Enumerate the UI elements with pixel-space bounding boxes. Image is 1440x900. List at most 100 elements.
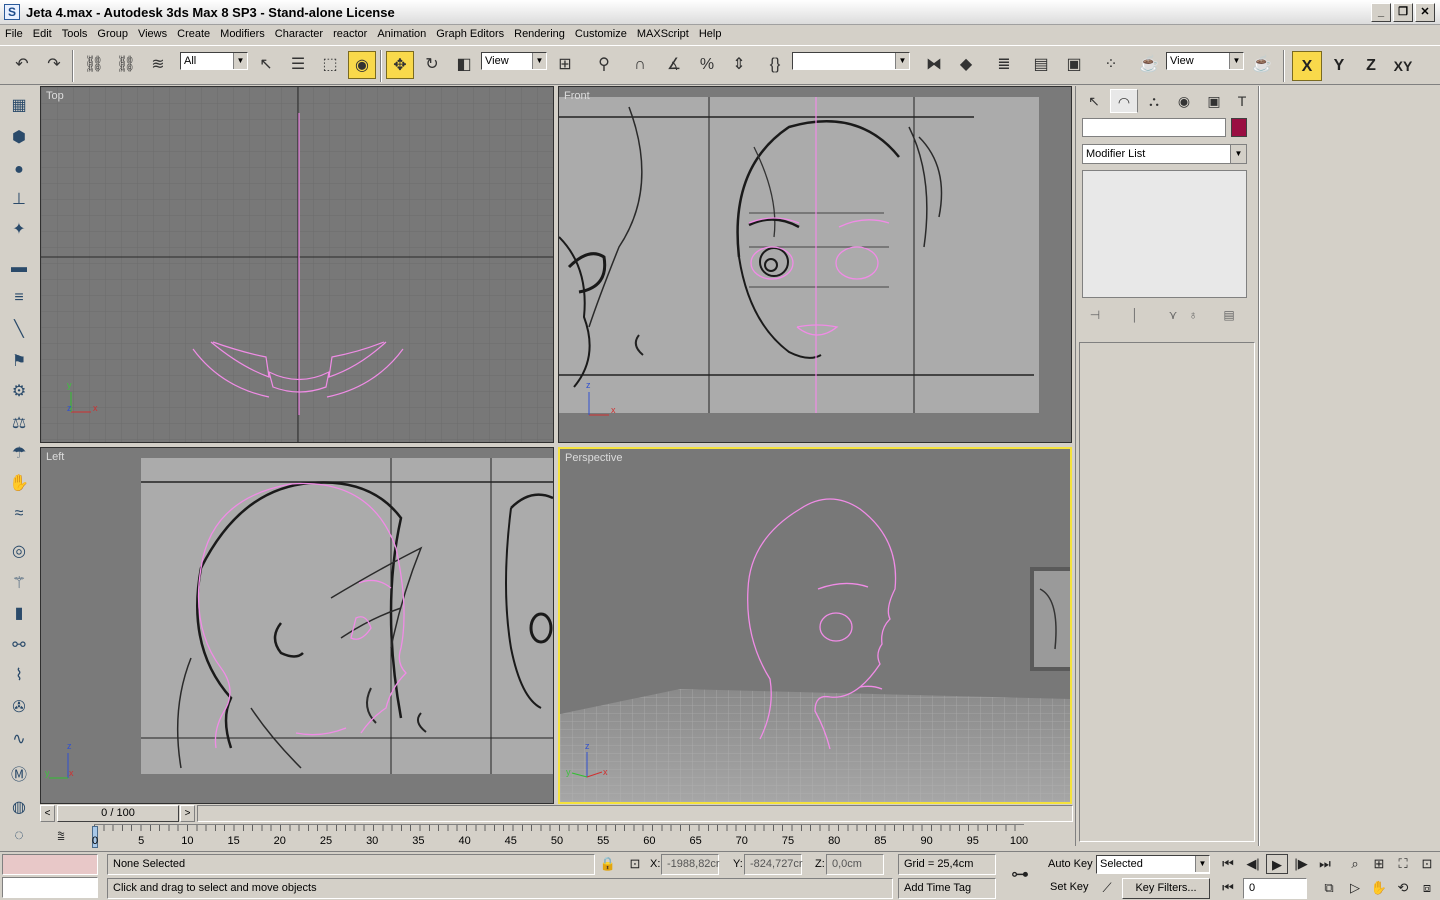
utilities-icon[interactable]: ◍ — [5, 794, 33, 822]
reactor-icon[interactable]: ◎ — [5, 538, 33, 566]
reference-coordinate-dropdown[interactable]: View ▼ — [481, 52, 547, 70]
make-unique-icon[interactable]: ⋎ — [1164, 306, 1182, 324]
select-object-icon[interactable]: ↖ — [252, 51, 280, 79]
lock-selection-icon[interactable]: 🔒 — [597, 854, 619, 874]
field-of-view-icon[interactable]: ▷ — [1344, 878, 1366, 898]
remove-modifier-icon[interactable]: ♁ — [1184, 306, 1202, 324]
link-icon[interactable]: ⚯ — [5, 632, 33, 660]
menu-edit[interactable]: Edit — [28, 25, 57, 40]
key-mode-dropdown[interactable]: Selected ▼ — [1096, 855, 1210, 874]
window-crossing-icon[interactable]: ◉ — [348, 51, 376, 79]
menu-help[interactable]: Help — [694, 25, 727, 40]
rope-icon[interactable]: ∿ — [5, 726, 33, 754]
key-mode-toggle-icon[interactable]: ⏮ — [1217, 878, 1239, 898]
maxscript-mini-listener-pink[interactable] — [2, 854, 98, 875]
rectangular-selection-icon[interactable]: ⬚ — [316, 51, 344, 79]
particles-icon[interactable]: ✦ — [5, 216, 33, 244]
selection-filter-dropdown[interactable]: All ▼ — [180, 52, 248, 70]
lights-icon[interactable]: ╲ — [5, 316, 33, 344]
biped-icon[interactable]: ⚚ — [5, 570, 33, 598]
helpers-icon[interactable]: ⚙ — [5, 378, 33, 406]
menu-views[interactable]: Views — [133, 25, 172, 40]
z-coordinate-field[interactable]: 0,0cm — [826, 854, 884, 875]
snaps-toggle-icon[interactable]: ∩ — [626, 51, 654, 79]
zoom-extents-icon[interactable]: ⛶ — [1392, 854, 1414, 874]
render-scene-icon[interactable]: ☕ — [1135, 51, 1163, 79]
x-coordinate-field[interactable]: -1988,82cr — [661, 854, 720, 875]
close-button[interactable]: ✕ — [1415, 3, 1435, 22]
time-slider-track[interactable] — [197, 805, 1073, 822]
edit-named-selections-icon[interactable]: {} — [761, 51, 789, 79]
select-and-rotate-icon[interactable]: ↻ — [418, 51, 446, 79]
select-and-move-icon[interactable]: ✥ — [386, 51, 414, 79]
maximize-viewport-icon[interactable]: ⧈ — [1416, 878, 1438, 898]
select-by-name-icon[interactable]: ☰ — [284, 51, 312, 79]
menu-create[interactable]: Create — [172, 25, 215, 40]
time-slider-next-button[interactable]: > — [180, 805, 195, 822]
add-time-tag-button[interactable]: Add Time Tag — [898, 878, 996, 899]
waves-icon[interactable]: ≈ — [5, 500, 33, 528]
viewport-front[interactable]: Front x z — [558, 86, 1072, 443]
go-to-end-icon[interactable]: ⏭ — [1314, 854, 1336, 874]
material-editor-icon[interactable]: ⁘ — [1097, 51, 1125, 79]
viewport-label-left[interactable]: Left — [46, 451, 64, 463]
display-tab-icon[interactable]: ▣ — [1200, 89, 1228, 113]
time-slider-thumb[interactable]: 0 / 100 — [57, 805, 179, 822]
viewport-label-top[interactable]: Top — [46, 90, 64, 102]
time-slider-prev-button[interactable]: < — [40, 805, 55, 822]
minimize-button[interactable]: _ — [1371, 3, 1391, 22]
track-bar[interactable]: ⩰ 0 5 10 15 20 25 30 35 40 45 50 55 60 65 70 75 80 85 90 95… — [40, 824, 1073, 850]
menu-customize[interactable]: Customize — [570, 25, 632, 40]
zoom-extents-all-icon[interactable]: ⊡ — [1416, 854, 1438, 874]
select-and-scale-icon[interactable]: ◧ — [450, 51, 478, 79]
zoom-icon[interactable]: ⌕ — [1344, 854, 1366, 874]
configure-modifier-sets-icon[interactable]: ▤ — [1220, 306, 1238, 324]
layer-manager-icon[interactable]: ≣ — [990, 51, 1018, 79]
help-icon[interactable]: ◌ — [5, 822, 33, 850]
viewport-left[interactable]: Left z y x — [40, 447, 554, 804]
spring-icon[interactable]: ⌇ — [5, 662, 33, 690]
menu-character[interactable]: Character — [270, 25, 328, 40]
curve-editor-icon[interactable]: ▤ — [1027, 51, 1055, 79]
time-configuration-icon[interactable]: ⧉ — [1318, 878, 1340, 898]
object-name-field[interactable] — [1082, 118, 1226, 137]
menu-modifiers[interactable]: Modifiers — [215, 25, 270, 40]
key-filters-button[interactable]: Key Filters... — [1122, 878, 1210, 899]
redo-icon[interactable]: ↷ — [40, 51, 68, 79]
modify-tab-icon[interactable]: ◠ — [1110, 89, 1138, 113]
spinner-snap-icon[interactable]: ⇕ — [725, 51, 753, 79]
arc-rotate-icon[interactable]: ⟲ — [1392, 878, 1414, 898]
viewport-top[interactable]: Top x y z — [40, 86, 554, 443]
go-to-start-icon[interactable]: ⏮ — [1217, 854, 1239, 874]
create-objects-icon[interactable]: ▦ — [5, 92, 33, 120]
hierarchy-tab-icon[interactable]: ⛬ — [1140, 89, 1168, 113]
auto-key-button[interactable]: Auto Key — [1048, 855, 1093, 874]
menu-reactor[interactable]: reactor — [328, 25, 372, 40]
bind-to-space-warp-icon[interactable]: ≋ — [144, 51, 172, 79]
modifier-list-dropdown[interactable]: Modifier List ▼ — [1082, 144, 1247, 164]
axis-y-button[interactable]: Y — [1324, 51, 1354, 81]
systems-icon[interactable]: ☂ — [5, 440, 33, 468]
mirror-icon[interactable]: ⧓ — [920, 51, 948, 79]
absolute-mode-icon[interactable]: ⊡ — [624, 854, 646, 874]
axis-x-button[interactable]: X — [1292, 51, 1322, 81]
menu-animation[interactable]: Animation — [372, 25, 431, 40]
restore-button[interactable]: ❐ — [1393, 3, 1413, 22]
menu-file[interactable]: File — [0, 25, 28, 40]
wheel-icon[interactable]: ✇ — [5, 694, 33, 722]
undo-icon[interactable]: ↶ — [8, 51, 36, 79]
zoom-all-icon[interactable]: ⊞ — [1368, 854, 1390, 874]
cameras-icon[interactable]: ⚑ — [5, 348, 33, 376]
maxscript-mini-listener-white[interactable] — [2, 877, 98, 898]
viewport-label-front[interactable]: Front — [564, 90, 590, 102]
set-key-mode-icon[interactable]: ⊶ — [1004, 864, 1036, 884]
pan-view-icon[interactable]: ✋ — [1368, 878, 1390, 898]
render-type-dropdown[interactable]: View ▼ — [1166, 52, 1244, 70]
maxscript-listener-icon[interactable]: Ⓜ — [5, 762, 33, 790]
previous-frame-icon[interactable]: ◀| — [1242, 854, 1264, 874]
quick-render-icon[interactable]: ☕ — [1248, 51, 1276, 79]
pin-stack-icon[interactable]: ⊣ — [1086, 306, 1104, 324]
compound-icon[interactable]: ≡ — [5, 284, 33, 312]
menu-rendering[interactable]: Rendering — [509, 25, 570, 40]
axis-xy-button[interactable]: XY — [1388, 51, 1418, 81]
